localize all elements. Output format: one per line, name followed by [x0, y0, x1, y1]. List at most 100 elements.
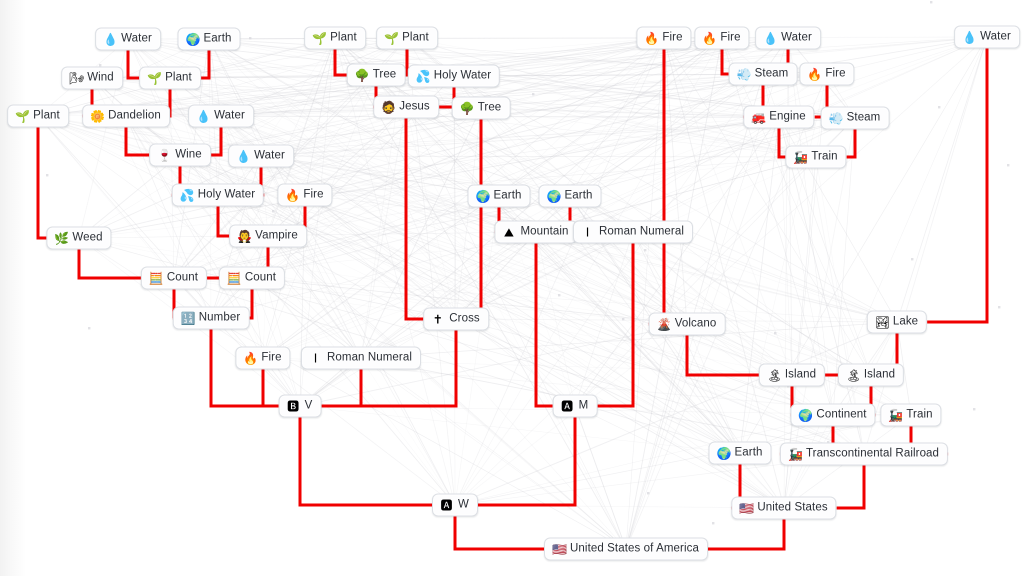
- craft-node-label: Water: [980, 30, 1011, 43]
- craft-node-plant[interactable]: 🌱 Plant: [304, 26, 366, 50]
- train-icon: 🚂: [793, 150, 809, 164]
- a-button-icon: 🅰: [561, 399, 574, 413]
- craft-node-cross[interactable]: ✝ Cross: [423, 307, 489, 331]
- craft-node-water[interactable]: 💧 Water: [95, 27, 161, 51]
- recipe-tree-canvas[interactable]: 💧 Water 🌍 Earth 🌱 Plant 🌱 Plant 🔥 Fire 🔥 Fire 💧 Water…: [0, 0, 1024, 576]
- earth-globe-icon: 🌍: [185, 32, 201, 46]
- seedling-icon: 🌱: [384, 31, 400, 45]
- craft-node-plant[interactable]: 🌱 Plant: [376, 26, 438, 50]
- craft-node-train[interactable]: 🚂 Train: [785, 145, 847, 169]
- craft-node-fire[interactable]: 🔥 Fire: [235, 346, 291, 370]
- craft-node-label: Water: [121, 32, 152, 45]
- craft-node-w[interactable]: 🅰 W: [432, 493, 478, 517]
- craft-node-tree[interactable]: 🌳 Tree: [451, 96, 511, 120]
- craft-node-label: Fire: [720, 31, 741, 44]
- craft-node-label: Count: [244, 271, 277, 284]
- fire-icon: 🔥: [702, 31, 718, 45]
- craft-node-label: Continent: [816, 408, 867, 421]
- craft-node-label: V: [304, 399, 313, 412]
- water-droplet-icon: 💧: [103, 32, 119, 46]
- craft-node-label: Water: [214, 109, 245, 122]
- craft-node-label: Water: [254, 149, 285, 162]
- craft-node-count[interactable]: 🧮 Count: [218, 266, 286, 290]
- craft-node-label: Train: [906, 408, 933, 421]
- craft-node-label: W: [458, 498, 469, 511]
- craft-node-label: Wind: [87, 71, 114, 84]
- fire-icon: 🔥: [243, 351, 259, 365]
- wine-glass-icon: 🍷: [157, 148, 173, 162]
- cross-icon: ✝: [432, 312, 443, 326]
- craft-node-fire[interactable]: 🔥 Fire: [277, 183, 333, 207]
- craft-node-mountain[interactable]: ⛰ Mountain: [494, 220, 578, 244]
- craft-node-steam[interactable]: 💨 Steam: [728, 62, 798, 86]
- craft-node-water[interactable]: 💧 Water: [228, 144, 294, 168]
- craft-node-weed[interactable]: 🌿 Weed: [46, 226, 112, 250]
- craft-node-transcontinental-railroad[interactable]: 🚂 Transcontinental Railroad: [779, 442, 949, 466]
- craft-node-label: Vampire: [255, 229, 298, 242]
- mountain-icon: ⛰: [503, 225, 514, 239]
- craft-node-label: Earth: [734, 446, 763, 459]
- craft-node-island[interactable]: 🏝 Island: [837, 363, 905, 387]
- craft-node-roman-numeral[interactable]: Ⅰ Roman Numeral: [572, 220, 694, 244]
- craft-node-roman-numeral[interactable]: Ⅰ Roman Numeral: [300, 346, 422, 370]
- craft-node-holy-water[interactable]: 💦 Holy Water: [171, 183, 265, 207]
- craft-node-engine[interactable]: 🚒 Engine: [743, 105, 815, 129]
- craft-node-steam[interactable]: 💨 Steam: [820, 106, 890, 130]
- craft-node-label: Tree: [477, 101, 502, 114]
- craft-node-label: Volcano: [674, 317, 717, 330]
- craft-node-earth[interactable]: 🌍 Earth: [538, 184, 602, 208]
- seedling-icon: 🌱: [147, 71, 163, 85]
- craft-node-label: Fire: [662, 31, 683, 44]
- craft-node-vampire[interactable]: 🧛 Vampire: [229, 224, 307, 248]
- craft-node-dandelion[interactable]: 🌼 Dandelion: [82, 104, 170, 128]
- craft-node-volcano[interactable]: 🌋 Volcano: [648, 312, 726, 336]
- craft-node-plant[interactable]: 🌱 Plant: [7, 104, 69, 128]
- craft-node-fire[interactable]: 🔥 Fire: [636, 26, 692, 50]
- craft-node-fire[interactable]: 🔥 Fire: [694, 26, 750, 50]
- craft-node-label: Island: [784, 368, 817, 381]
- craft-node-earth[interactable]: 🌍 Earth: [467, 184, 531, 208]
- volcano-icon: 🌋: [656, 317, 672, 331]
- craft-node-island[interactable]: 🏝 Island: [758, 363, 826, 387]
- tree-icon: 🌳: [459, 101, 475, 115]
- craft-node-wine[interactable]: 🍷 Wine: [149, 143, 211, 167]
- craft-node-label: Water: [781, 31, 812, 44]
- craft-node-plant[interactable]: 🌱 Plant: [139, 66, 201, 90]
- craft-node-earth[interactable]: 🌍 Earth: [708, 441, 772, 465]
- island-icon: 🏝: [766, 368, 783, 382]
- craft-node-label: Dandelion: [108, 109, 161, 122]
- craft-node-wind[interactable]: 🌬 Wind: [61, 66, 123, 90]
- craft-node-continent[interactable]: 🌍 Continent: [790, 403, 876, 427]
- craft-node-number[interactable]: 🔢 Number: [172, 306, 250, 330]
- craft-node-tree[interactable]: 🌳 Tree: [346, 63, 406, 87]
- craft-node-train[interactable]: 🚂 Train: [880, 403, 942, 427]
- b-button-icon: 🅱: [287, 399, 300, 413]
- craft-node-label: Steam: [846, 111, 881, 124]
- craft-node-united-states-of-america[interactable]: 🇺🇸 United States of America: [544, 537, 708, 561]
- craft-node-label: Mountain: [520, 225, 569, 238]
- wind-icon: 🌬: [69, 71, 85, 85]
- craft-node-holy-water[interactable]: 💦 Holy Water: [407, 64, 501, 88]
- holy-water-icon: 💦: [179, 188, 195, 202]
- craft-node-water[interactable]: 💧 Water: [954, 25, 1020, 49]
- craft-node-label: Roman Numeral: [598, 225, 685, 238]
- craft-node-label: Lake: [892, 315, 919, 328]
- craft-node-count[interactable]: 🧮 Count: [140, 266, 208, 290]
- craft-node-label: Number: [198, 311, 241, 324]
- craft-node-jesus[interactable]: 🧔 Jesus: [373, 95, 439, 119]
- craft-node-label: Engine: [769, 110, 806, 123]
- lake-icon: 🏞: [874, 315, 891, 329]
- tree-icon: 🌳: [354, 68, 370, 82]
- craft-node-water[interactable]: 💧 Water: [755, 26, 821, 50]
- us-flag-icon: 🇺🇸: [739, 501, 755, 515]
- craft-node-earth[interactable]: 🌍 Earth: [177, 27, 241, 51]
- seedling-icon: 🌱: [15, 109, 31, 123]
- craft-node-lake[interactable]: 🏞 Lake: [866, 310, 928, 334]
- craft-node-united-states[interactable]: 🇺🇸 United States: [731, 496, 837, 520]
- craft-node-fire[interactable]: 🔥 Fire: [799, 62, 855, 86]
- water-droplet-icon: 💧: [236, 149, 252, 163]
- craft-node-water[interactable]: 💧 Water: [188, 104, 254, 128]
- craft-node-v[interactable]: 🅱 V: [278, 394, 322, 418]
- craft-node-m[interactable]: 🅰 M: [552, 394, 598, 418]
- craft-node-label: Earth: [203, 32, 232, 45]
